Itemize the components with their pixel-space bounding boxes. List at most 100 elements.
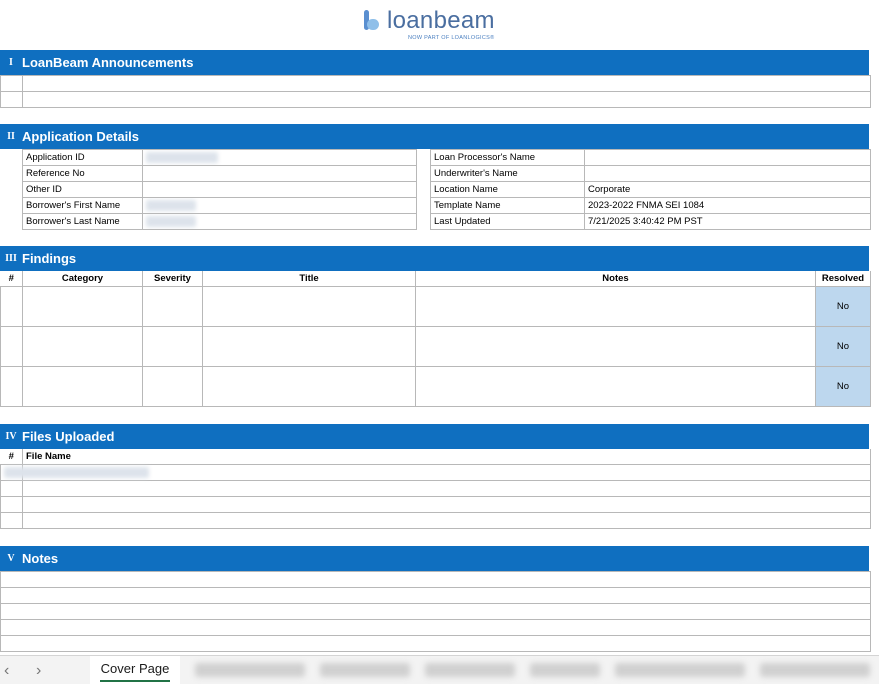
col-header-category: Category	[22, 271, 143, 287]
field-label: Underwriter's Name	[430, 165, 585, 182]
col-header-number: #	[0, 449, 23, 465]
table-row: No	[0, 286, 871, 327]
table-row	[0, 464, 871, 481]
resolved-cell[interactable]: No	[815, 326, 871, 367]
section-header-announcements: I LoanBeam Announcements	[0, 50, 869, 75]
section-title: Findings	[22, 251, 77, 266]
cell[interactable]	[202, 366, 416, 407]
cell[interactable]	[0, 496, 23, 513]
sheet-tab-redacted[interactable]	[760, 663, 870, 677]
cell[interactable]	[22, 480, 871, 497]
sheet-tab-redacted[interactable]	[195, 663, 305, 677]
col-header-resolved: Resolved	[815, 271, 871, 287]
application-details-left: Application ID Reference No Other ID Bor…	[22, 149, 417, 230]
cell[interactable]	[22, 286, 143, 327]
borrower-last-name-value[interactable]	[142, 213, 417, 230]
field-label: Location Name	[430, 181, 585, 198]
template-name-value[interactable]: 2023-2022 FNMA SEI 1084	[584, 197, 871, 214]
table-row	[0, 512, 871, 529]
cell[interactable]	[142, 286, 203, 327]
sheet-tab-redacted[interactable]	[320, 663, 410, 677]
section-number: III	[5, 253, 17, 264]
resolved-cell[interactable]: No	[815, 286, 871, 327]
application-id-value[interactable]	[142, 149, 417, 166]
cell[interactable]	[202, 286, 416, 327]
next-sheet-arrow-icon[interactable]: ›	[36, 662, 41, 680]
other-id-value[interactable]	[142, 181, 417, 198]
loanbeam-logo-icon	[362, 10, 382, 32]
cell[interactable]	[0, 286, 23, 327]
redacted-value	[146, 151, 218, 163]
findings-header-row: # Category Severity Title Notes Resolved	[0, 271, 871, 287]
cell[interactable]	[0, 635, 871, 652]
cell[interactable]	[202, 326, 416, 367]
field-label: Reference No	[22, 165, 143, 182]
cell[interactable]	[22, 496, 871, 513]
borrower-first-name-value[interactable]	[142, 197, 417, 214]
cell[interactable]	[142, 366, 203, 407]
cell[interactable]	[0, 91, 23, 108]
section-title: Application Details	[22, 129, 140, 144]
prev-sheet-arrow-icon[interactable]: ‹	[4, 662, 9, 680]
redacted-value	[146, 215, 196, 227]
cell[interactable]	[0, 603, 871, 620]
files-table: # File Name	[0, 449, 871, 529]
col-header-severity: Severity	[142, 271, 203, 287]
col-header-number: #	[0, 271, 23, 287]
table-row: Last Updated 7/21/2025 3:40:42 PM PST	[430, 213, 871, 230]
notes-table	[0, 571, 871, 652]
section-number: I	[9, 57, 13, 68]
table-row: Template Name 2023-2022 FNMA SEI 1084	[430, 197, 871, 214]
table-row: Underwriter's Name	[430, 165, 871, 182]
loan-processor-value[interactable]	[584, 149, 871, 166]
cell[interactable]	[415, 366, 816, 407]
cell[interactable]	[0, 366, 23, 407]
cell[interactable]	[0, 571, 871, 588]
table-row: No	[0, 366, 871, 407]
cell[interactable]	[0, 464, 149, 481]
underwriter-value[interactable]	[584, 165, 871, 182]
cell[interactable]	[22, 366, 143, 407]
cell[interactable]	[0, 480, 23, 497]
table-row	[0, 496, 871, 513]
table-row: Borrower's Last Name	[22, 213, 417, 230]
cell[interactable]	[22, 464, 871, 481]
cell[interactable]	[415, 326, 816, 367]
cell[interactable]	[415, 286, 816, 327]
cell[interactable]	[142, 326, 203, 367]
sheet-tab-redacted[interactable]	[615, 663, 745, 677]
field-label: Borrower's First Name	[22, 197, 143, 214]
field-label: Borrower's Last Name	[22, 213, 143, 230]
announcements-table	[0, 75, 871, 108]
redacted-value	[146, 199, 196, 211]
reference-no-value[interactable]	[142, 165, 417, 182]
cell[interactable]	[22, 75, 871, 92]
resolved-cell[interactable]: No	[815, 366, 871, 407]
sheet-tab-cover-page[interactable]: Cover Page	[90, 656, 180, 684]
sheet-tabs-bar: ‹ › Cover Page	[0, 655, 879, 684]
table-row: Application ID	[22, 149, 417, 166]
cell[interactable]	[22, 91, 871, 108]
section-title: Notes	[22, 551, 59, 566]
table-row: Loan Processor's Name	[430, 149, 871, 166]
sheet-tab-label: Cover Page	[100, 661, 170, 676]
section-title: LoanBeam Announcements	[22, 55, 194, 70]
redacted-file-name	[4, 466, 149, 478]
cell[interactable]	[0, 512, 23, 529]
last-updated-value[interactable]: 7/21/2025 3:40:42 PM PST	[584, 213, 871, 230]
col-header-file-name: File Name	[22, 449, 871, 465]
field-label: Last Updated	[430, 213, 585, 230]
table-row: Reference No	[22, 165, 417, 182]
location-name-value[interactable]: Corporate	[584, 181, 871, 198]
cell[interactable]	[0, 619, 871, 636]
cell[interactable]	[22, 326, 143, 367]
section-header-application-details: II Application Details	[0, 124, 869, 149]
cell[interactable]	[0, 587, 871, 604]
cell[interactable]	[0, 75, 23, 92]
sheet-tab-redacted[interactable]	[425, 663, 515, 677]
cell[interactable]	[22, 512, 871, 529]
section-title: Files Uploaded	[22, 429, 115, 444]
sheet-tab-redacted[interactable]	[530, 663, 600, 677]
cell[interactable]	[0, 326, 23, 367]
section-header-notes: V Notes	[0, 546, 869, 571]
